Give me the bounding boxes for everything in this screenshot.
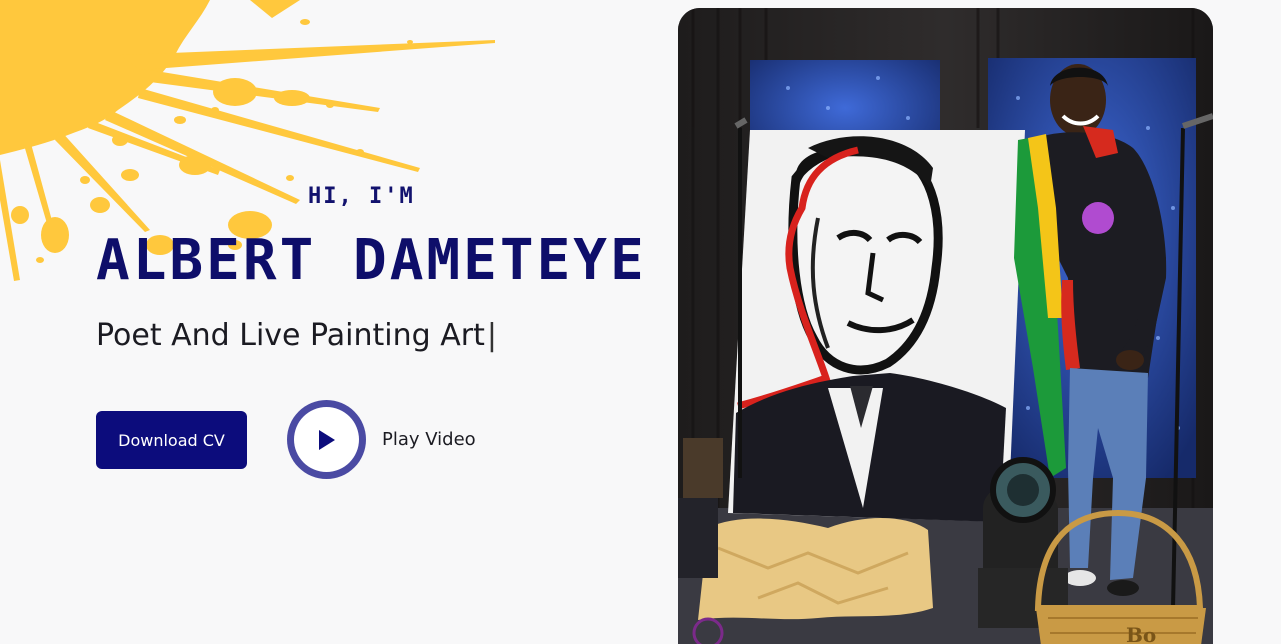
profile-photo: Bo [678,8,1213,644]
photo-illustration: Bo [678,8,1213,644]
play-button-ring[interactable] [287,400,366,479]
hero-tagline: Poet And Live Painting Art| [96,318,497,353]
tagline-text: Poet And Live Painting Art [96,318,485,353]
hero-section: HI, I'M ALBERT DAMETEYE Poet And Live Pa… [0,0,1281,644]
play-video-button[interactable]: Play Video [287,400,476,479]
play-button-circle[interactable] [294,407,359,472]
basket-sign-text: Bo [1126,623,1156,644]
greeting-text: HI, I'M [308,184,415,209]
hero-name-heading: ALBERT DAMETEYE [96,228,647,293]
play-icon [318,429,335,450]
play-video-label[interactable]: Play Video [382,429,476,450]
hero-text-block: HI, I'M ALBERT DAMETEYE Poet And Live Pa… [96,0,656,644]
typing-cursor: | [486,318,497,353]
download-cv-button[interactable]: Download CV [96,411,247,469]
